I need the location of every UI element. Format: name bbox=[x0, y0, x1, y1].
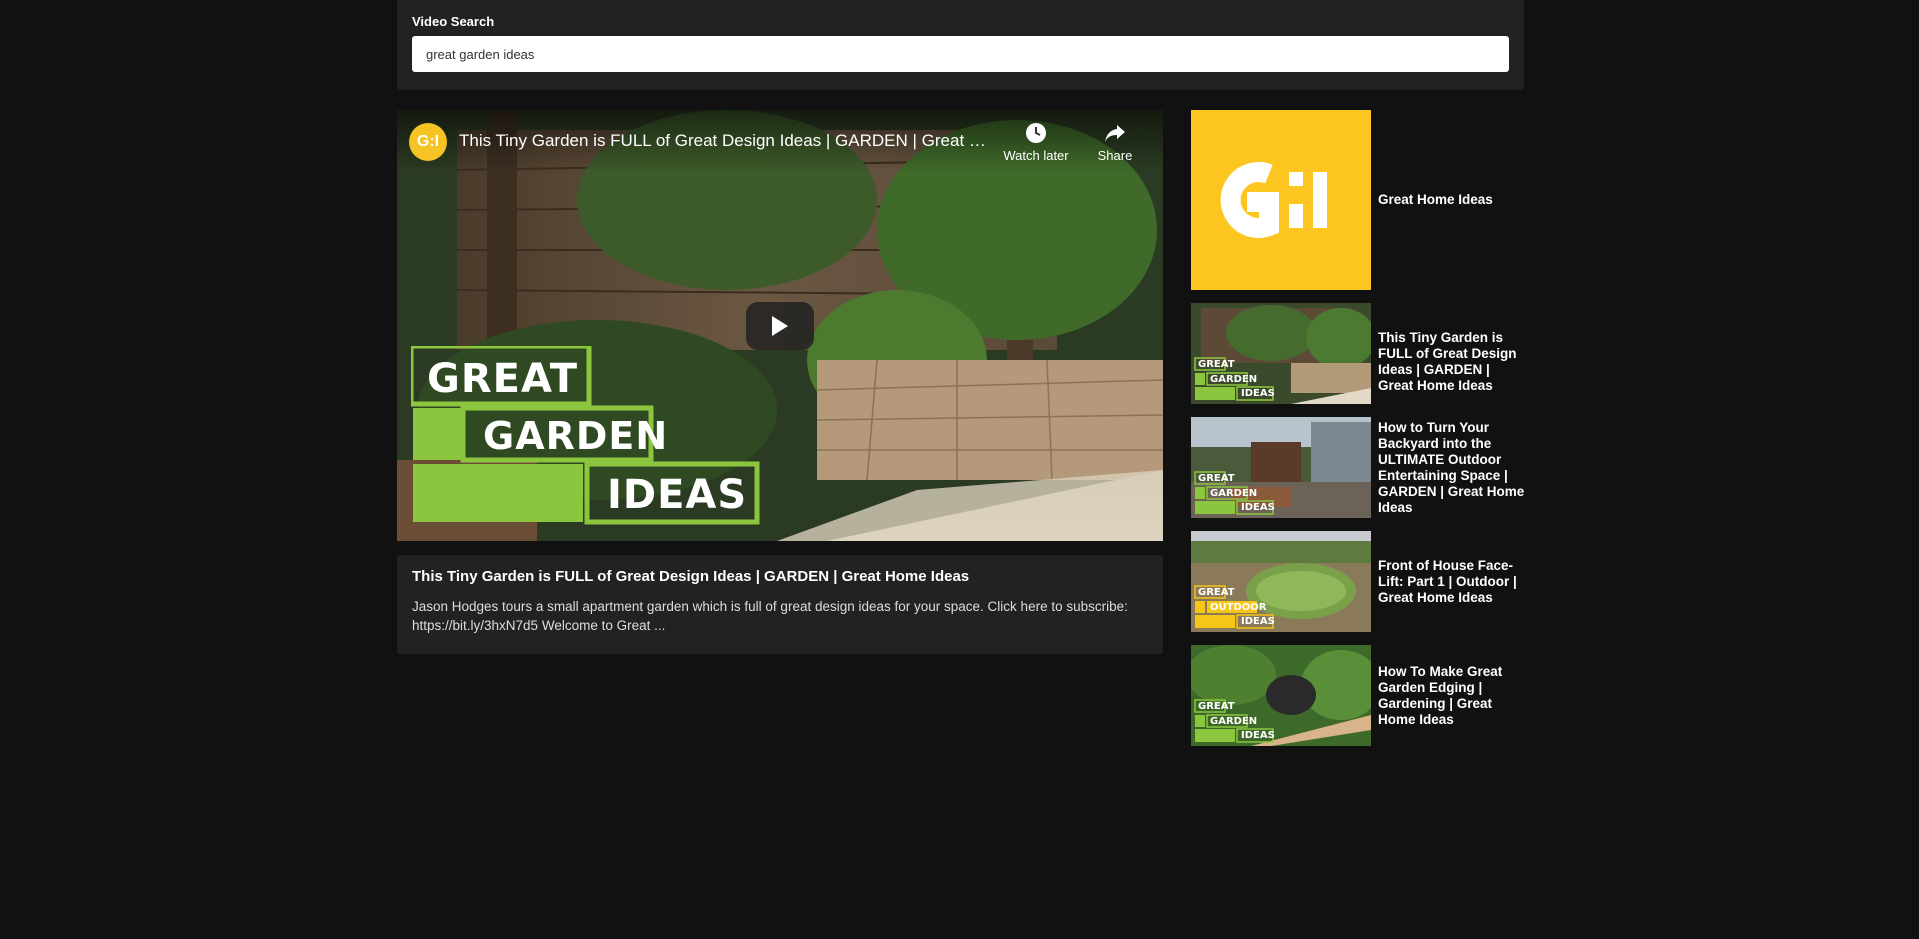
thumb-label-3: IDEAS bbox=[1241, 730, 1275, 741]
result-thumbnail[interactable]: GREAT OUTDOOR IDEAS bbox=[1191, 531, 1371, 632]
thumb-label-3: IDEAS bbox=[1241, 388, 1275, 399]
search-label: Video Search bbox=[412, 14, 495, 29]
result-item[interactable]: GREAT OUTDOOR IDEAS Front of House Face-… bbox=[1191, 531, 1525, 632]
search-input[interactable] bbox=[412, 36, 1509, 72]
watch-later-button[interactable]: Watch later bbox=[998, 122, 1074, 163]
result-thumbnail[interactable] bbox=[1191, 110, 1371, 290]
result-item[interactable]: GREAT GARDEN IDEAS This Tiny Garden is F… bbox=[1191, 303, 1525, 404]
result-thumbnail[interactable]: GREAT GARDEN IDEAS bbox=[1191, 417, 1371, 518]
result-title[interactable]: This Tiny Garden is FULL of Great Design… bbox=[1378, 330, 1525, 394]
thumb-label-1: GREAT bbox=[1198, 359, 1235, 370]
result-thumbnail[interactable]: GREAT GARDEN IDEAS bbox=[1191, 303, 1371, 404]
result-thumbnail[interactable]: GREAT GARDEN IDEAS bbox=[1191, 645, 1371, 746]
video-description: Jason Hodges tours a small apartment gar… bbox=[412, 599, 1128, 633]
clock-icon bbox=[998, 122, 1074, 144]
share-label: Share bbox=[1097, 148, 1133, 163]
result-title[interactable]: Great Home Ideas bbox=[1378, 192, 1525, 208]
thumbnail-image bbox=[1191, 645, 1371, 746]
thumb-label-1: GREAT bbox=[1198, 701, 1235, 712]
thumb-label-2: GARDEN bbox=[1210, 374, 1258, 385]
share-icon bbox=[1077, 122, 1153, 144]
result-item[interactable]: GREAT GARDEN IDEAS How to Turn Your Back… bbox=[1191, 417, 1525, 518]
thumbnail-image bbox=[1191, 303, 1371, 404]
thumb-label-2: GARDEN bbox=[1210, 488, 1258, 499]
logo-word-great: GREAT bbox=[427, 356, 579, 402]
play-button[interactable] bbox=[746, 302, 814, 350]
search-panel: Video Search bbox=[397, 0, 1524, 90]
result-title[interactable]: How to Turn Your Backyard into the ULTIM… bbox=[1378, 420, 1525, 516]
result-item[interactable]: GREAT GARDEN IDEAS How To Make Great Gar… bbox=[1191, 645, 1525, 746]
great-home-ideas-logo bbox=[1220, 162, 1327, 238]
thumbnail-image bbox=[1191, 531, 1371, 632]
share-button[interactable]: Share bbox=[1077, 122, 1153, 163]
result-item-channel[interactable]: Great Home Ideas bbox=[1191, 110, 1525, 290]
thumbnail-image bbox=[1191, 417, 1371, 518]
thumb-label-3: IDEAS bbox=[1241, 616, 1275, 627]
result-title[interactable]: Front of House Face-Lift: Part 1 | Outdo… bbox=[1378, 558, 1525, 606]
thumb-label-2: GARDEN bbox=[1210, 716, 1258, 727]
play-icon bbox=[772, 316, 788, 336]
thumb-label-1: GREAT bbox=[1198, 587, 1235, 598]
player-title[interactable]: This Tiny Garden is FULL of Great Design… bbox=[459, 131, 989, 151]
thumb-label-1: GREAT bbox=[1198, 473, 1235, 484]
logo-word-garden: GARDEN bbox=[483, 414, 669, 458]
watch-later-label: Watch later bbox=[1003, 148, 1069, 163]
result-title[interactable]: How To Make Great Garden Edging | Garden… bbox=[1378, 664, 1525, 728]
video-player[interactable]: GREAT GARDEN IDEAS G:I This Tiny Garden … bbox=[397, 110, 1163, 541]
channel-avatar[interactable]: G:I bbox=[409, 123, 447, 161]
thumb-label-3: IDEAS bbox=[1241, 502, 1275, 513]
video-title: This Tiny Garden is FULL of Great Design… bbox=[412, 568, 970, 585]
video-info-card: This Tiny Garden is FULL of Great Design… bbox=[397, 555, 1163, 654]
logo-word-ideas: IDEAS bbox=[607, 472, 748, 518]
thumb-label-2: OUTDOOR bbox=[1210, 602, 1267, 613]
